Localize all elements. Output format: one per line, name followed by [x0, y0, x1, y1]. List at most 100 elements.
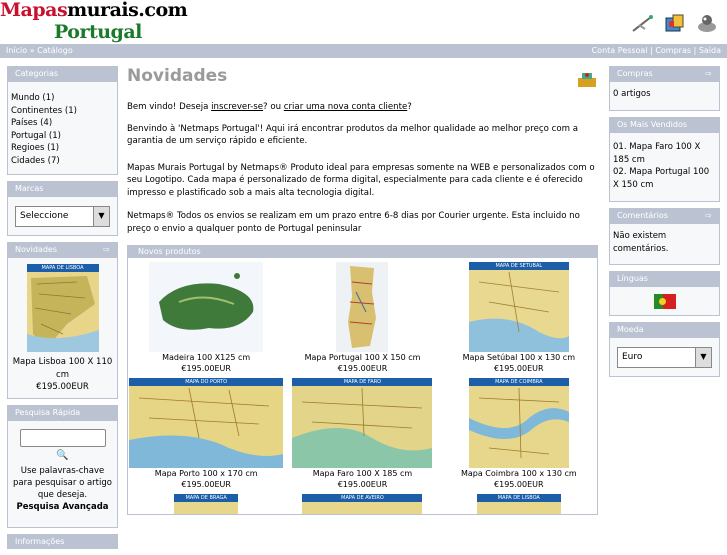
search-icon[interactable]: 🔍	[11, 450, 114, 463]
portugal-flag-icon[interactable]	[653, 293, 676, 309]
product-name[interactable]: Mapa Lisboa 100 X 110 cm	[11, 356, 114, 381]
product-card[interactable]: MAPA DE BRAGA	[128, 494, 284, 514]
product-image[interactable]: MAPA DO PORTO	[129, 378, 284, 468]
welcome-text: Bem vindo! Deseja inscrever-se? ou criar…	[127, 102, 412, 112]
new-products-box: Novidades ⇨ MAPA DE LISBOA Mapa Lisboa 10…	[7, 242, 118, 399]
categories-box: Categorias Mundo (1) Continentes (1) Paí…	[7, 66, 118, 175]
product-price: €195.00EUR	[181, 364, 231, 373]
product-card[interactable]: MAPA DE AVEIRO	[284, 494, 440, 514]
product-name[interactable]: Mapa Coimbra 100 x 130 cm	[441, 468, 597, 479]
breadcrumb[interactable]: Início » Catálogo	[6, 44, 73, 58]
product-image[interactable]: MAPA DE LISBOA	[476, 494, 561, 514]
arrow-right-icon[interactable]: ⇨	[103, 242, 110, 257]
info-box: Informações	[7, 534, 118, 549]
new-products-header: Novidades ⇨	[7, 242, 118, 257]
new-products-panel-header: Novos produtos	[128, 246, 597, 258]
product-price: €195.00EUR	[181, 480, 231, 489]
header-icons	[631, 12, 719, 34]
new-products-panel: Novos produtos Madeira 100 X125 cm €195.…	[127, 245, 598, 515]
info-header: Informações	[7, 534, 118, 549]
search-input[interactable]	[19, 429, 106, 447]
product-image[interactable]: MAPA DE BRAGA	[174, 494, 239, 514]
arrow-right-icon[interactable]: ⇨	[705, 66, 712, 81]
reviews-box: Comentários ⇨ Não existem comentários.	[609, 208, 720, 265]
reviews-content: Não existem comentários.	[609, 223, 720, 265]
product-image[interactable]: MAPA DE FARO	[292, 378, 433, 468]
product-image[interactable]: MAPA DE COIMBRA	[468, 378, 569, 468]
currency-select[interactable]: Euro ▼	[617, 347, 712, 368]
category-item[interactable]: Continentes (1)	[11, 105, 114, 118]
right-column: Compras ⇨ 0 artigos Os Mais Vendidos 01. …	[609, 66, 720, 383]
arrow-right-icon[interactable]: ⇨	[705, 208, 712, 223]
brands-box: Marcas Seleccione ▼	[7, 181, 118, 236]
search-help: Use palavras-chave para pesquisar o arti…	[13, 465, 112, 500]
product-card[interactable]: MAPA DE FARO Mapa Faro 100 X 185 cm €195…	[284, 378, 440, 490]
bestsellers-header: Os Mais Vendidos	[609, 117, 720, 132]
product-name[interactable]: Mapa Portugal 100 X 150 cm	[284, 352, 440, 363]
product-card[interactable]: Mapa Portugal 100 X 150 cm €195.00EUR	[284, 262, 440, 374]
checkout-icon[interactable]	[695, 12, 719, 34]
category-item[interactable]: Países (4)	[11, 117, 114, 130]
left-column: Categorias Mundo (1) Continentes (1) Paí…	[7, 66, 118, 555]
categories-header: Categorias	[7, 66, 118, 81]
category-item[interactable]: Mundo (1)	[11, 92, 114, 105]
product-card[interactable]: MAPA DE LISBOA	[441, 494, 597, 514]
brands-header: Marcas	[7, 181, 118, 196]
product-image[interactable]: MAPA DE AVEIRO	[302, 494, 423, 514]
register-link[interactable]: inscrever-se	[211, 102, 263, 112]
chevron-down-icon[interactable]: ▼	[93, 207, 109, 226]
categories-list: Mundo (1) Continentes (1) Países (4) Por…	[7, 81, 118, 175]
quick-search-box: Pesquisa Rápida 🔍 Use palavras-chave par…	[7, 405, 118, 528]
products-grid: Madeira 100 X125 cm €195.00EUR Mapa Port…	[128, 258, 597, 514]
chevron-down-icon[interactable]: ▼	[695, 348, 711, 367]
my-account-icon[interactable]	[631, 12, 655, 34]
cart-header: Compras ⇨	[609, 66, 720, 81]
brands-select[interactable]: Seleccione ▼	[15, 206, 110, 227]
quick-search-header: Pesquisa Rápida	[7, 405, 118, 420]
product-name[interactable]: Mapa Porto 100 x 170 cm	[128, 468, 284, 479]
product-image-lisboa[interactable]: MAPA DE LISBOA	[26, 264, 99, 352]
bestsellers-box: Os Mais Vendidos 01. Mapa Faro 100 X 185…	[609, 117, 720, 202]
product-card[interactable]: MAPA DO PORTO Mapa Porto 100 x 170 cm €1…	[128, 378, 284, 490]
category-item[interactable]: Cidades (7)	[11, 155, 114, 168]
shipping-paragraph: Netmaps® Todos os envios se realizam em …	[127, 211, 580, 234]
product-card[interactable]: MAPA DE SETUBAL Mapa Setúbal 100 x 130 c…	[441, 262, 597, 374]
header: Mapasmurais.com Portugal	[0, 0, 727, 44]
cart-box: Compras ⇨ 0 artigos	[609, 66, 720, 111]
bestseller-item[interactable]: 02. Mapa Portugal 100 X 150 cm	[613, 166, 716, 191]
languages-box: Línguas	[609, 271, 720, 316]
product-name[interactable]: Madeira 100 X125 cm	[128, 352, 284, 363]
category-item[interactable]: Regioes (1)	[11, 142, 114, 155]
category-item[interactable]: Portugal (1)	[11, 130, 114, 143]
product-price: €195.00EUR	[494, 364, 544, 373]
create-account-link[interactable]: criar uma nova conta cliente	[284, 102, 407, 112]
currency-header: Moeda	[609, 322, 720, 337]
cart-content: 0 artigos	[609, 81, 720, 111]
cart-icon[interactable]	[663, 12, 687, 34]
site-logo[interactable]: Mapasmurais.com	[0, 0, 188, 21]
intro-paragraph: Benvindo à 'Netmaps Portugal'! Aqui irá …	[127, 123, 578, 147]
languages-header: Línguas	[609, 271, 720, 286]
site-logo-portugal[interactable]: Portugal	[54, 21, 142, 43]
reviews-header: Comentários ⇨	[609, 208, 720, 223]
description-paragraph: Mapas Murais Portugal by Netmaps® Produt…	[127, 162, 595, 198]
product-price: €195.00EUR	[337, 480, 388, 489]
product-name[interactable]: Mapa Setúbal 100 x 130 cm	[441, 352, 597, 363]
product-price: €195.00EUR	[337, 364, 388, 373]
product-name[interactable]: Mapa Faro 100 X 185 cm	[284, 468, 440, 479]
product-price: €195.00EUR	[494, 480, 544, 489]
nav-bar: Início » Catálogo Conta Pessoal | Compra…	[0, 44, 727, 58]
product-image[interactable]	[336, 262, 389, 352]
currency-box: Moeda Euro ▼	[609, 322, 720, 377]
product-image[interactable]: MAPA DE SETUBAL	[468, 262, 569, 352]
product-card[interactable]: Madeira 100 X125 cm €195.00EUR	[128, 262, 284, 374]
bestseller-item[interactable]: 01. Mapa Faro 100 X 185 cm	[613, 141, 716, 166]
account-links[interactable]: Conta Pessoal | Compras | Saída	[592, 44, 721, 58]
main-content: Novidades Bem vindo! Deseja inscrever-se…	[127, 66, 598, 515]
advanced-search-link[interactable]: Pesquisa Avançada	[11, 501, 114, 514]
products-icon	[576, 70, 598, 91]
product-price: €195.00EUR	[36, 382, 89, 392]
page-title: Novidades	[127, 66, 228, 86]
product-image[interactable]	[149, 262, 264, 352]
product-card[interactable]: MAPA DE COIMBRA Mapa Coimbra 100 x 130 c…	[441, 378, 597, 490]
